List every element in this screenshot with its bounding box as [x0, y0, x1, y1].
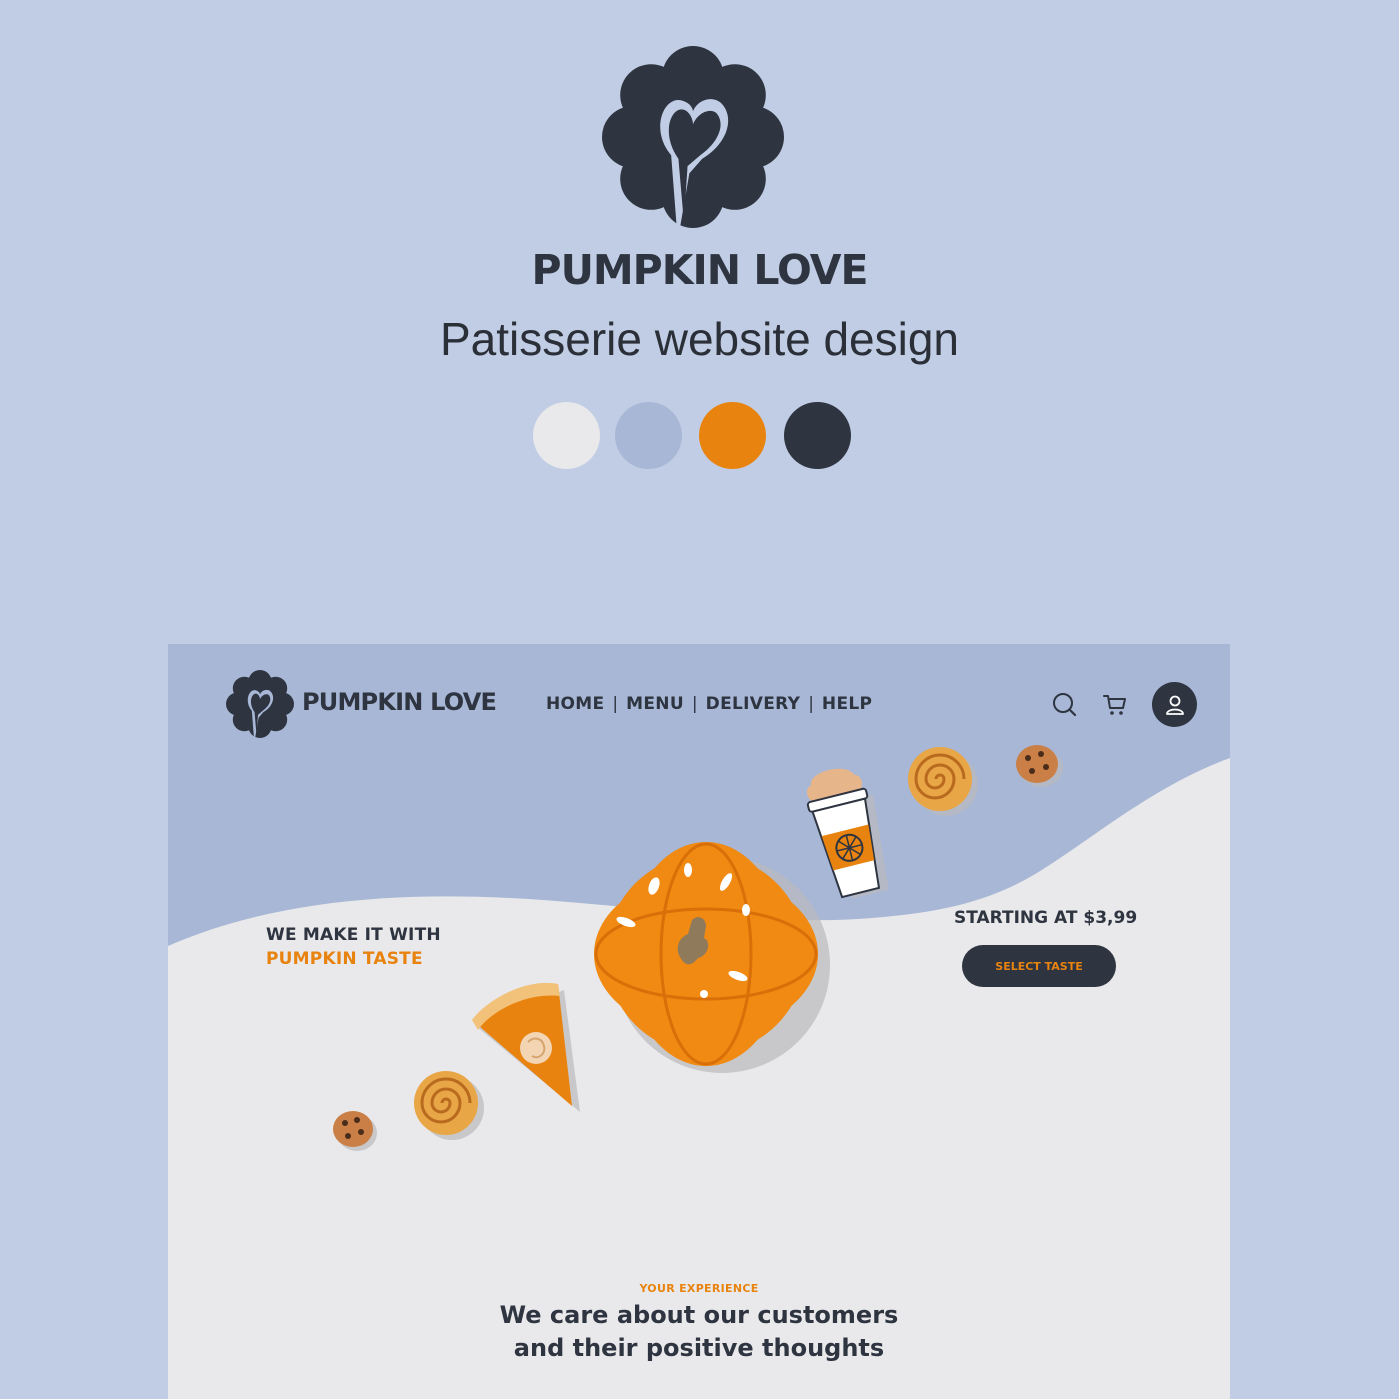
pumpkin-illustration: [594, 842, 830, 1073]
user-account-button[interactable]: [1152, 682, 1197, 727]
nav-separator: |: [612, 694, 619, 714]
hero-headline-accent: PUMPKIN TASTE: [266, 949, 423, 969]
hero-headline: WE MAKE IT WITH: [266, 925, 441, 945]
nav-link-delivery[interactable]: DELIVERY: [706, 694, 801, 714]
search-icon[interactable]: [1052, 692, 1078, 718]
cinnamon-roll-illustration: [908, 747, 978, 816]
color-palette: [533, 402, 853, 470]
cookie-illustration: [333, 1111, 377, 1151]
nav-link-home[interactable]: HOME: [546, 694, 604, 714]
nav-brand-name[interactable]: PUMPKIN LOVE: [302, 688, 497, 716]
palette-swatch-light: [533, 402, 600, 469]
starting-price: STARTING AT $3,99: [954, 908, 1138, 928]
user-icon: [1165, 695, 1184, 715]
main-nav: HOME | MENU | DELIVERY | HELP: [546, 694, 872, 714]
brand-logo-icon: [602, 46, 784, 228]
nav-link-menu[interactable]: MENU: [626, 694, 684, 714]
nav-separator: |: [691, 694, 698, 714]
palette-swatch-orange: [699, 402, 766, 469]
nav-link-help[interactable]: HELP: [822, 694, 872, 714]
cinnamon-roll-illustration: [414, 1071, 484, 1140]
palette-swatch-blue: [615, 402, 682, 469]
brand-title: PUMPKIN LOVE: [531, 246, 869, 294]
brand-subtitle: Patisserie website design: [439, 313, 960, 365]
cart-icon[interactable]: [1102, 692, 1128, 718]
select-taste-button[interactable]: SELECT TASTE: [962, 945, 1116, 987]
section-title: We care about our customers and their po…: [168, 1299, 1230, 1365]
website-mockup: PUMPKIN LOVE HOME | MENU | DELIVERY | HE…: [168, 644, 1230, 1399]
section-title-line: and their positive thoughts: [513, 1334, 885, 1362]
cookie-illustration: [1016, 745, 1063, 787]
section-title-line: We care about our customers: [499, 1301, 899, 1329]
palette-swatch-dark: [784, 402, 851, 469]
nav-logo-icon[interactable]: [226, 670, 294, 738]
section-kicker: YOUR EXPERIENCE: [639, 1282, 759, 1295]
nav-separator: |: [808, 694, 814, 714]
